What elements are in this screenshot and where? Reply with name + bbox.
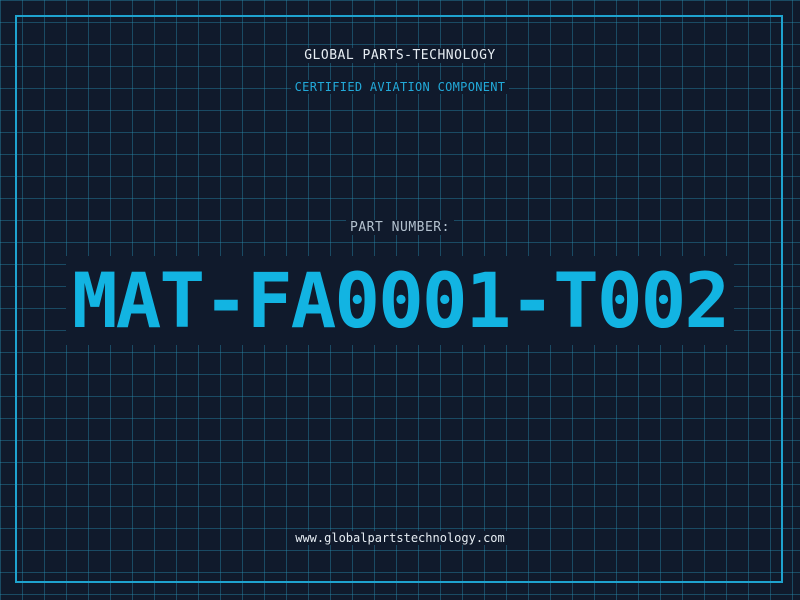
company-name: GLOBAL PARTS-TECHNOLOGY bbox=[0, 48, 800, 63]
certification-subtitle-text: CERTIFIED AVIATION COMPONENT bbox=[290, 80, 510, 94]
website-url-text: www.globalpartstechnology.com bbox=[291, 531, 509, 545]
part-number-label-text: PART NUMBER: bbox=[346, 220, 454, 235]
part-number-label: PART NUMBER: bbox=[0, 220, 800, 235]
website-url: www.globalpartstechnology.com bbox=[0, 531, 800, 545]
company-name-text: GLOBAL PARTS-TECHNOLOGY bbox=[300, 48, 500, 63]
certification-subtitle: CERTIFIED AVIATION COMPONENT bbox=[0, 80, 800, 94]
part-number-value-text: MAT-FA0001-T002 bbox=[65, 256, 735, 345]
part-number-value: MAT-FA0001-T002 bbox=[0, 256, 800, 345]
